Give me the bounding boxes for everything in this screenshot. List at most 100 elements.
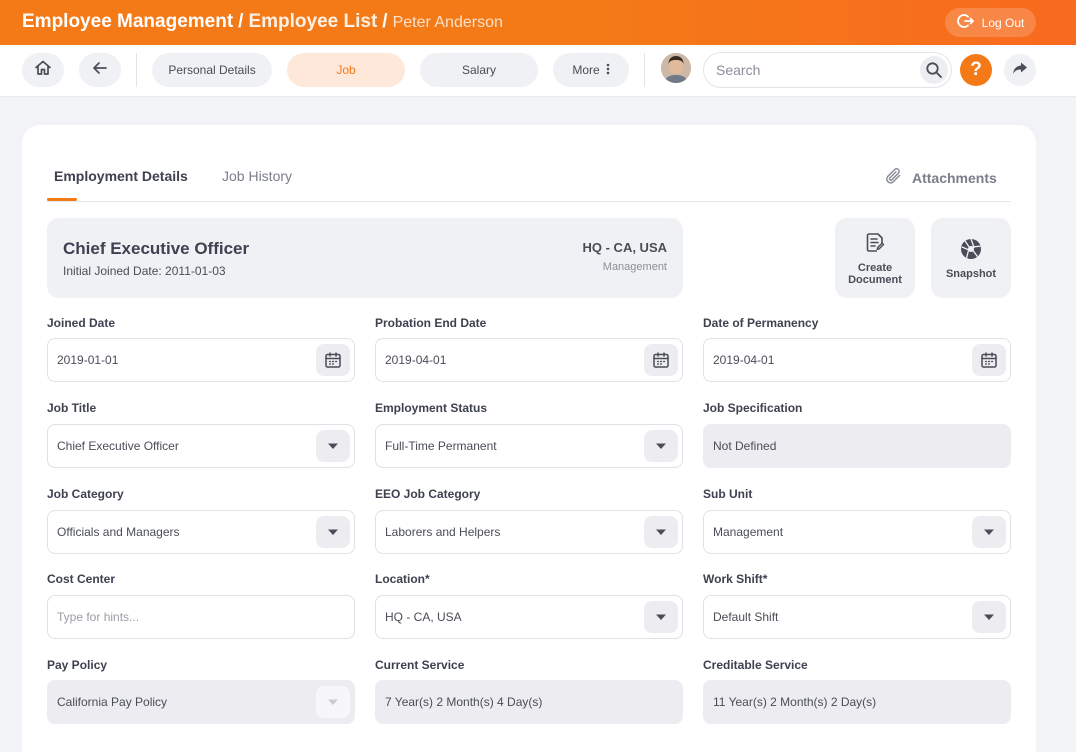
chevron-down-icon[interactable] xyxy=(316,430,350,462)
location-select[interactable]: HQ - CA, USA xyxy=(375,595,683,639)
job-title-value: Chief Executive Officer xyxy=(57,439,179,453)
creditable-service-value: 11 Year(s) 2 Month(s) 2 Day(s) xyxy=(713,695,877,709)
create-document-label-line1: Create xyxy=(857,261,893,274)
home-button[interactable] xyxy=(22,53,64,87)
chevron-down-icon xyxy=(316,686,350,718)
create-document-label-line2: Document xyxy=(848,273,902,286)
user-photo-icon xyxy=(661,53,691,83)
summary-unit: Management xyxy=(602,261,667,273)
location-value: HQ - CA, USA xyxy=(385,610,462,624)
share-button[interactable] xyxy=(1004,54,1036,86)
pay-policy-value: California Pay Policy xyxy=(57,695,168,709)
tab-label: Job xyxy=(336,63,356,77)
chevron-down-icon[interactable] xyxy=(972,601,1006,633)
location-label: Location* xyxy=(375,572,430,586)
top-header: Employee Management / Employee List / Peter … xyxy=(0,0,1076,45)
tab-personal-details[interactable]: Personal Details xyxy=(152,53,272,87)
chevron-down-icon[interactable] xyxy=(972,516,1006,548)
job-category-label: Job Category xyxy=(47,487,124,501)
chevron-down-icon[interactable] xyxy=(644,516,678,548)
calendar-icon[interactable] xyxy=(972,344,1006,376)
attachments-button[interactable]: Attachments xyxy=(884,166,997,189)
aperture-icon xyxy=(959,237,983,264)
eeo-job-category-value: Laborers and Helpers xyxy=(385,525,501,539)
tab-label: Salary xyxy=(461,63,496,77)
share-arrow-icon xyxy=(1011,59,1029,82)
creditable-service-label: Creditable Service xyxy=(703,658,808,672)
work-shift-value: Default Shift xyxy=(713,610,779,624)
probation-end-date-label: Probation End Date xyxy=(375,316,487,330)
eeo-job-category-label: EEO Job Category xyxy=(375,487,481,501)
work-shift-label: Work Shift* xyxy=(703,572,768,586)
breadcrumb-employee-management[interactable]: Employee Management xyxy=(22,11,233,32)
tab-label: Personal Details xyxy=(168,63,256,77)
joined-date-field[interactable]: 2019-01-01 xyxy=(47,338,355,382)
probation-end-date-field[interactable]: 2019-04-01 xyxy=(375,338,683,382)
date-of-permanency-label: Date of Permanency xyxy=(703,316,819,330)
date-of-permanency-field[interactable]: 2019-04-01 xyxy=(703,338,1011,382)
tab-salary[interactable]: Salary xyxy=(420,53,538,87)
creditable-service-field: 11 Year(s) 2 Month(s) 2 Day(s) xyxy=(703,680,1011,724)
chevron-down-icon[interactable] xyxy=(316,516,350,548)
job-title-label: Job Title xyxy=(47,401,97,415)
avatar[interactable] xyxy=(661,53,691,83)
summary-job-title: Chief Executive Officer xyxy=(63,239,250,258)
current-service-value: 7 Year(s) 2 Month(s) 4 Day(s) xyxy=(385,695,543,709)
logout-button[interactable]: Log Out xyxy=(945,8,1036,37)
joined-date-value: 2019-01-01 xyxy=(57,353,119,367)
tab-employment-details[interactable]: Employment Details xyxy=(54,168,188,184)
eeo-job-category-select[interactable]: Laborers and Helpers xyxy=(375,510,683,554)
logout-label: Log Out xyxy=(981,15,1025,30)
current-service-label: Current Service xyxy=(375,658,465,672)
breadcrumb: Employee Management / Employee List / Peter … xyxy=(22,11,503,33)
employment-card: Employment Details Job History Attachmen… xyxy=(22,125,1036,752)
arrow-left-icon xyxy=(91,59,109,82)
nav-bar: Personal Details Job Salary More ? xyxy=(0,45,1076,97)
breadcrumb-separator: / xyxy=(382,11,388,32)
chevron-down-icon[interactable] xyxy=(644,430,678,462)
cost-center-placeholder: Type for hints... xyxy=(57,610,140,624)
chevron-down-icon[interactable] xyxy=(644,601,678,633)
nav-divider xyxy=(136,53,137,87)
tab-more[interactable]: More xyxy=(553,53,629,87)
help-button[interactable]: ? xyxy=(960,54,992,86)
employment-status-select[interactable]: Full-Time Permanent xyxy=(375,424,683,468)
employment-status-label: Employment Status xyxy=(375,401,488,415)
tab-job-history[interactable]: Job History xyxy=(222,168,292,184)
search-box xyxy=(703,52,952,88)
attachments-label: Attachments xyxy=(912,169,997,186)
job-specification-value: Not Defined xyxy=(713,439,777,453)
current-service-field: 7 Year(s) 2 Month(s) 4 Day(s) xyxy=(375,680,683,724)
tab-divider xyxy=(47,201,1011,202)
pay-policy-label: Pay Policy xyxy=(47,658,108,672)
search-input[interactable] xyxy=(716,62,906,78)
job-specification-label: Job Specification xyxy=(703,401,803,415)
summary-location: HQ - CA, USA xyxy=(582,240,668,255)
sub-unit-label: Sub Unit xyxy=(703,487,753,501)
tab-job[interactable]: Job xyxy=(287,53,405,87)
job-category-value: Officials and Managers xyxy=(57,525,180,539)
cost-center-input[interactable]: Type for hints... xyxy=(47,595,355,639)
summary-initial-joined-date: Initial Joined Date: 2011-01-03 xyxy=(63,264,226,278)
logout-icon xyxy=(956,12,975,33)
snapshot-button[interactable]: Snapshot xyxy=(931,218,1011,298)
work-shift-select[interactable]: Default Shift xyxy=(703,595,1011,639)
joined-date-label: Joined Date xyxy=(47,316,116,330)
sub-unit-select[interactable]: Management xyxy=(703,510,1011,554)
calendar-icon[interactable] xyxy=(316,344,350,376)
search-icon[interactable] xyxy=(920,56,948,84)
tab-label: More xyxy=(572,63,600,77)
breadcrumb-separator: / xyxy=(238,11,244,32)
job-category-select[interactable]: Officials and Managers xyxy=(47,510,355,554)
sub-unit-value: Management xyxy=(713,525,784,539)
job-specification-field: Not Defined xyxy=(703,424,1011,468)
create-document-button[interactable]: Create Document xyxy=(835,218,915,298)
job-title-select[interactable]: Chief Executive Officer xyxy=(47,424,355,468)
more-vertical-icon xyxy=(606,63,610,78)
calendar-icon[interactable] xyxy=(644,344,678,376)
back-button[interactable] xyxy=(79,53,121,87)
home-icon xyxy=(33,58,53,83)
date-of-permanency-value: 2019-04-01 xyxy=(713,353,775,367)
cost-center-label: Cost Center xyxy=(47,572,116,586)
breadcrumb-employee-list[interactable]: Employee List xyxy=(248,11,377,32)
